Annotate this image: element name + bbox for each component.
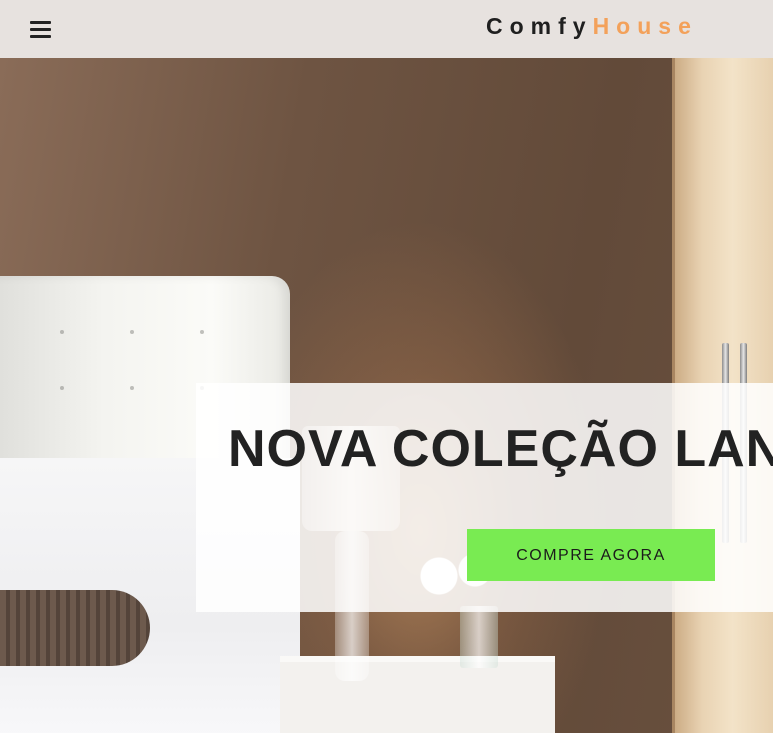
- hero-banner: NOVA COLEÇÃO LANÇADA COMPRE AGORA: [196, 383, 773, 612]
- brand-name-part2: House: [592, 13, 698, 39]
- shop-now-button[interactable]: COMPRE AGORA: [467, 529, 715, 581]
- brand-name-part1: Comfy: [486, 13, 593, 39]
- navbar: ComfyHouse: [0, 0, 773, 58]
- hamburger-menu-icon[interactable]: [30, 19, 52, 39]
- banner-title: NOVA COLEÇÃO LANÇADA: [228, 420, 773, 478]
- brand-logo[interactable]: ComfyHouse: [486, 11, 698, 41]
